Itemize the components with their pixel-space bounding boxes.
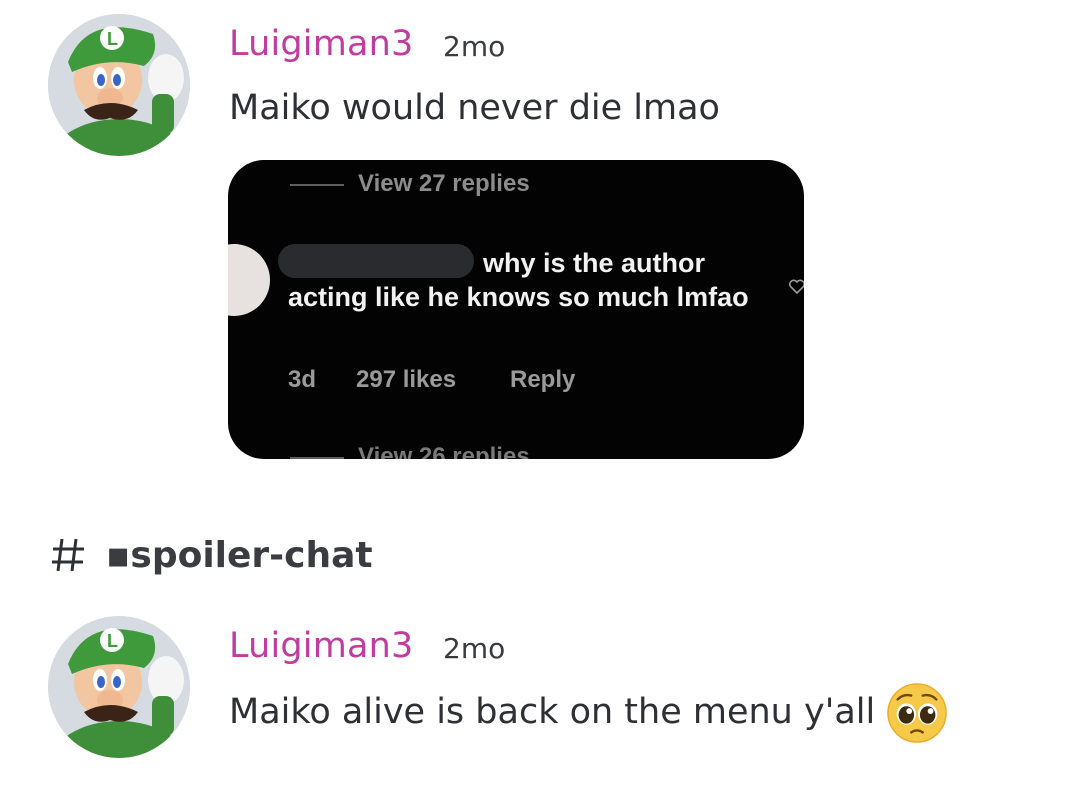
message-text: Maiko alive is back on the menu y'all bbox=[229, 692, 876, 732]
luigi-avatar-icon: L bbox=[48, 14, 190, 156]
avatar[interactable]: L bbox=[48, 616, 190, 758]
divider bbox=[290, 457, 344, 459]
channel-name[interactable]: ▪spoiler-chat bbox=[106, 535, 373, 576]
comment-age: 3d bbox=[288, 366, 317, 393]
author-name[interactable]: Luigiman3 bbox=[229, 24, 414, 64]
hash-icon bbox=[52, 538, 84, 572]
message: L Luigiman3 2mo Maiko would never die lm… bbox=[0, 0, 1080, 470]
view-replies-top: View 27 replies bbox=[358, 170, 530, 197]
svg-text:L: L bbox=[107, 29, 118, 49]
svg-text:L: L bbox=[107, 631, 118, 651]
luigi-avatar-icon: L bbox=[48, 616, 190, 758]
avatar[interactable]: L bbox=[48, 14, 190, 156]
commenter-avatar bbox=[228, 244, 270, 316]
message: L Luigiman3 2mo Maiko alive is back on t… bbox=[0, 600, 1080, 788]
view-replies-bottom: View 26 replies bbox=[358, 443, 530, 459]
comment-text: why is the author acting like he knows s… bbox=[288, 246, 758, 314]
comment-line-1: why is the author bbox=[483, 248, 706, 278]
timestamp: 2mo bbox=[443, 632, 506, 665]
message-text: Maiko would never die lmao bbox=[229, 88, 720, 128]
author-name[interactable]: Luigiman3 bbox=[229, 626, 414, 666]
comment-likes: 297 likes bbox=[356, 366, 457, 393]
image-attachment[interactable]: View 27 replies why is the author acting… bbox=[228, 160, 804, 459]
divider bbox=[290, 184, 344, 186]
comment-reply: Reply bbox=[510, 366, 576, 393]
channel-header[interactable]: ▪spoiler-chat bbox=[48, 530, 373, 580]
pleading-face-emoji-icon bbox=[887, 683, 947, 743]
heart-icon bbox=[789, 279, 804, 295]
timestamp: 2mo bbox=[443, 30, 506, 63]
comment-line-rest: acting like he knows so much lmfao bbox=[288, 282, 749, 312]
